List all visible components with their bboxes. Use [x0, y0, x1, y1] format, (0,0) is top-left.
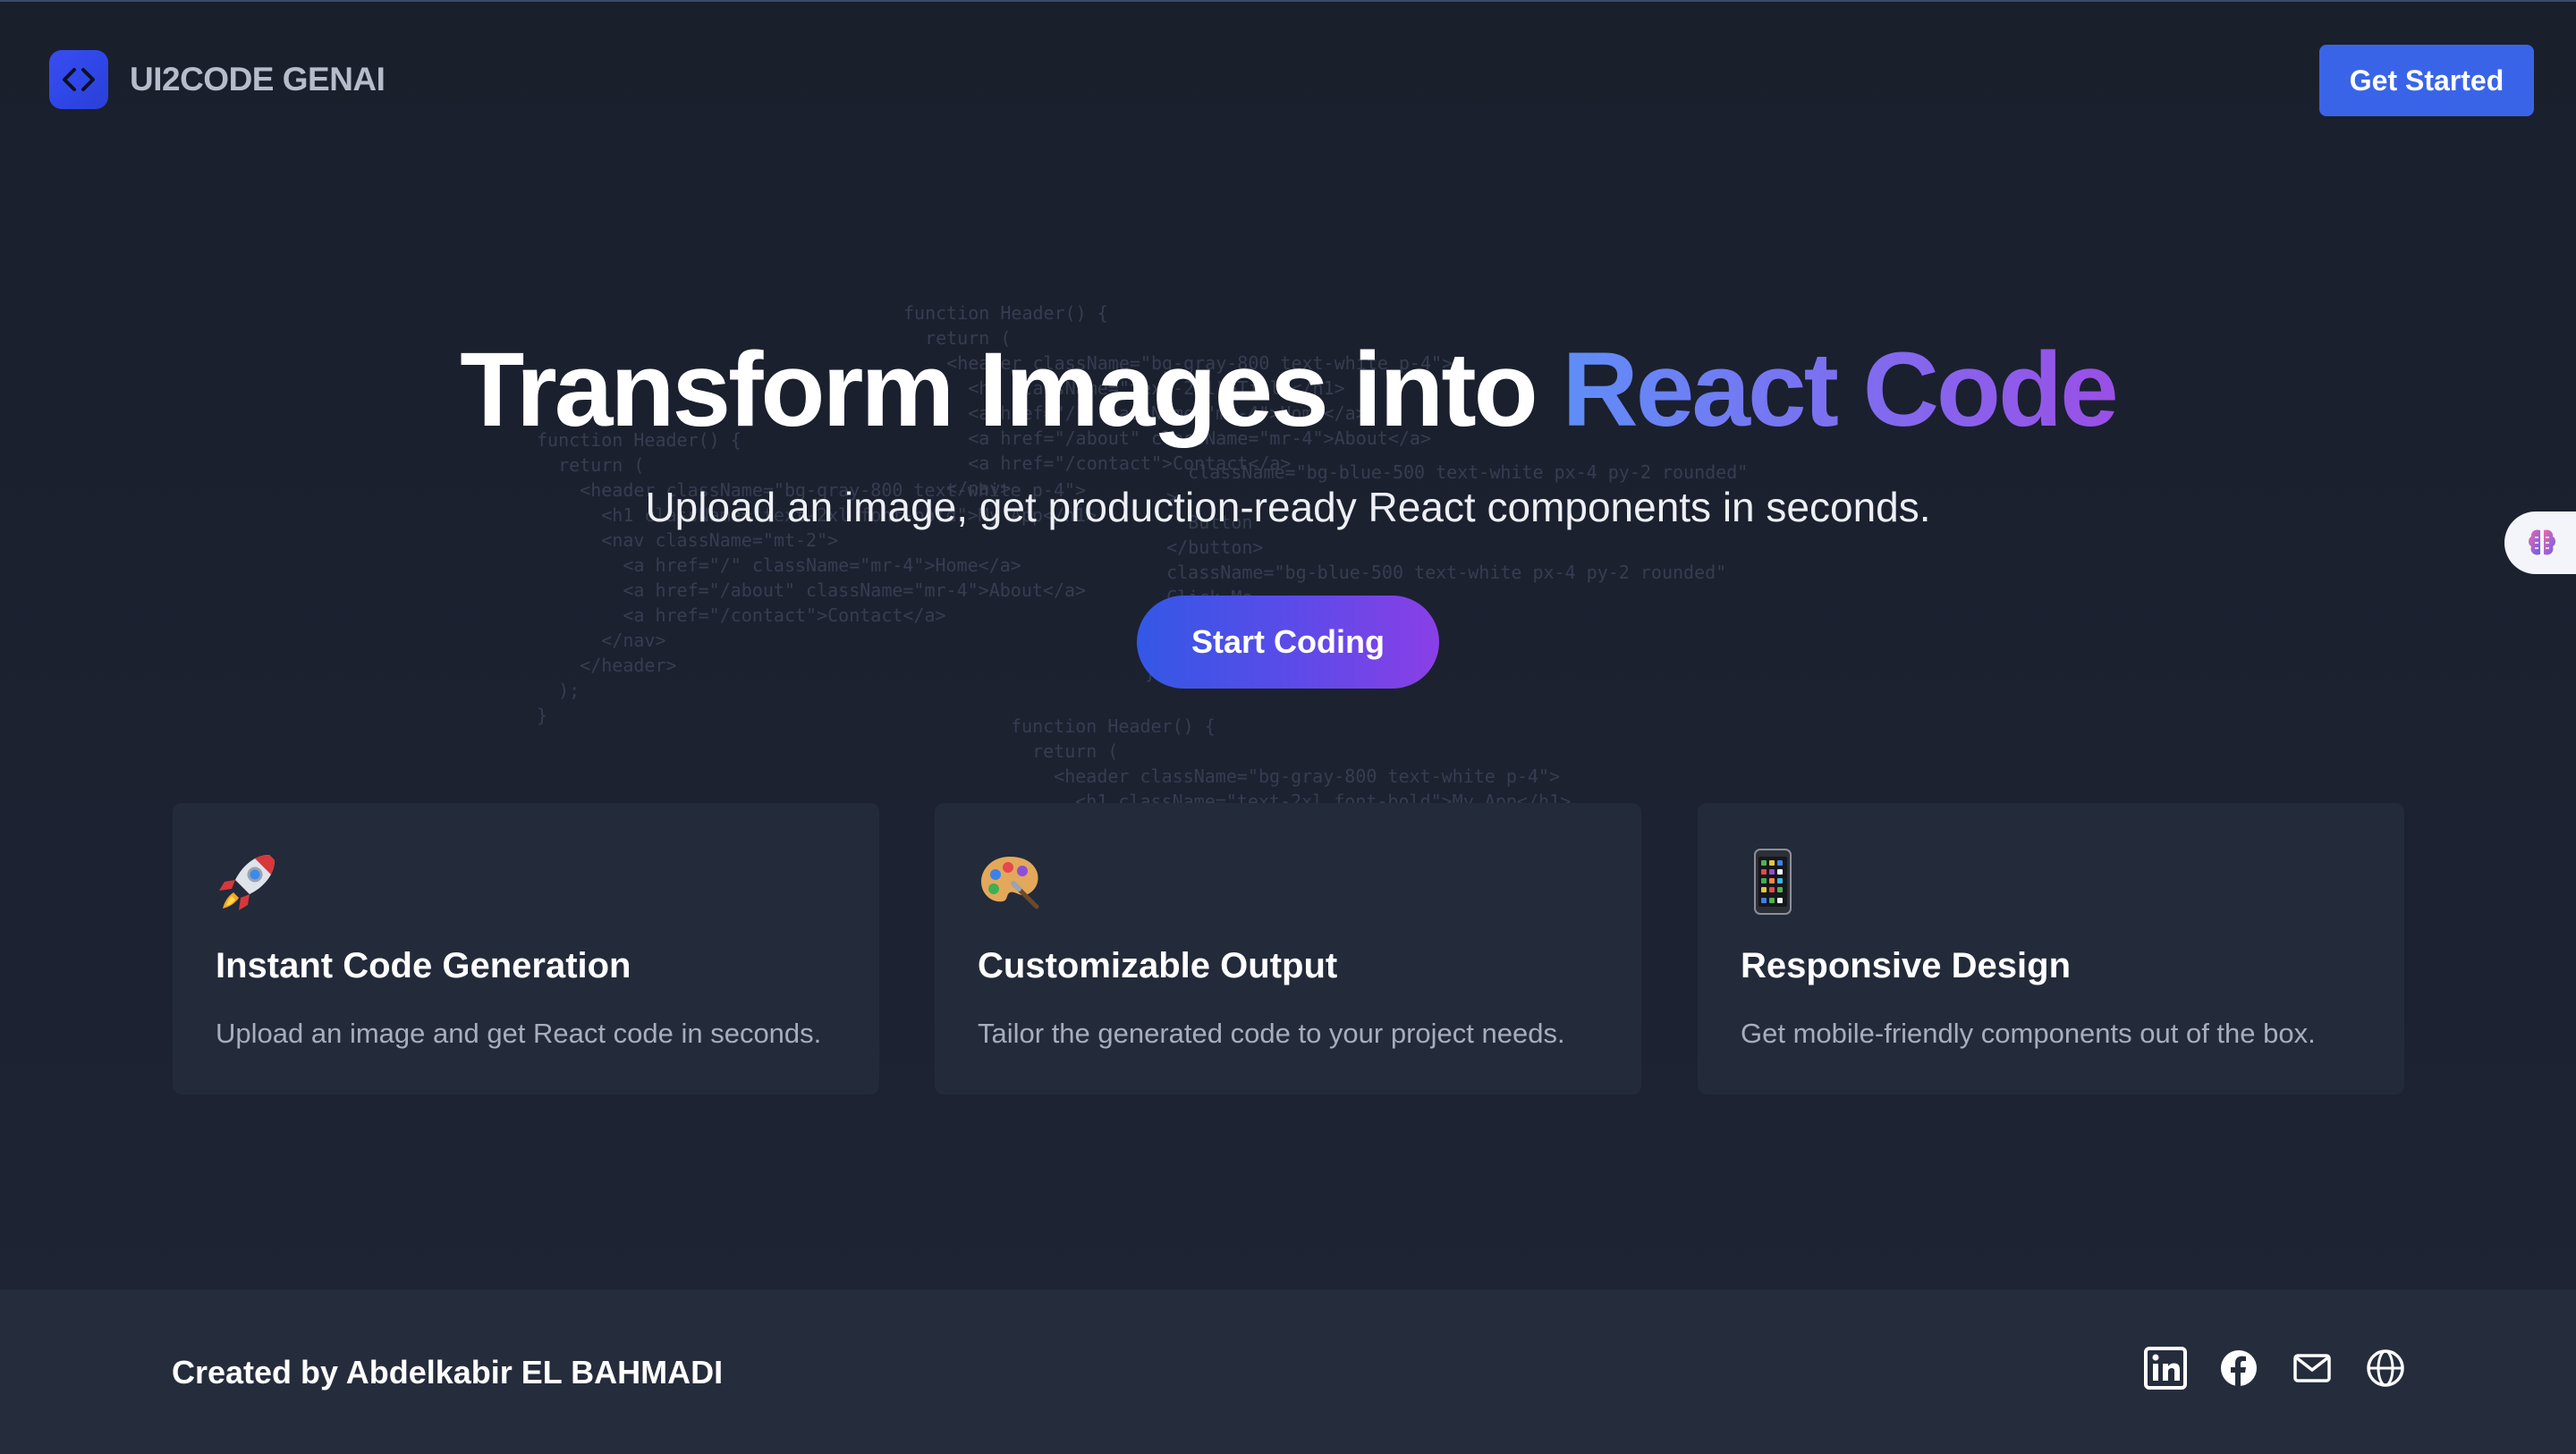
feature-card: Instant Code Generation Upload an image …: [173, 803, 879, 1095]
footer: Created by Abdelkabir EL BAHMADI: [0, 1289, 2576, 1454]
hero-title-highlight: React Code: [1562, 331, 2119, 449]
footer-credit: Created by Abdelkabir EL BAHMADI: [172, 1354, 724, 1391]
feature-description: Tailor the generated code to your projec…: [978, 1018, 1565, 1049]
code-background-block: function Header() { return ( <header cla…: [1011, 715, 1572, 803]
brain-icon: [2529, 529, 2555, 555]
hero-title-text: Transform Images into: [460, 331, 1563, 449]
feature-description: Get mobile-friendly components out of th…: [1741, 1018, 2316, 1049]
feature-card: Customizable Output Tailor the generated…: [935, 803, 1641, 1095]
mail-icon[interactable]: [2290, 1346, 2334, 1391]
brand-logo[interactable]: UI2CODE GENAI: [49, 50, 386, 109]
facebook-icon[interactable]: [2216, 1346, 2261, 1391]
hero-subtitle: Upload an image, get production-ready Re…: [645, 484, 1931, 530]
feature-description: Upload an image and get React code in se…: [216, 1018, 822, 1049]
globe-icon[interactable]: [2363, 1346, 2408, 1391]
mobile-phone-icon: [1739, 848, 1807, 916]
rocket-icon: [214, 848, 282, 916]
feature-title: Customizable Output: [978, 946, 1338, 985]
code-brackets-icon: [49, 50, 108, 109]
palette-icon: [976, 848, 1044, 916]
feature-title: Instant Code Generation: [216, 946, 631, 985]
get-started-button[interactable]: Get Started: [2319, 45, 2534, 116]
top-divider: [0, 0, 2576, 2]
feature-card: Responsive Design Get mobile-friendly co…: [1698, 803, 2404, 1095]
hero-title: Transform Images into React Code: [0, 329, 2576, 451]
feature-title: Responsive Design: [1741, 946, 2072, 985]
landing-page: function Header() { return ( <header cla…: [0, 0, 2576, 1454]
start-coding-button[interactable]: Start Coding: [1137, 596, 1439, 689]
social-links: [2143, 1346, 2408, 1391]
ai-assistant-toggle[interactable]: [2504, 511, 2576, 574]
brand-name: UI2CODE GENAI: [130, 61, 386, 97]
linkedin-icon[interactable]: [2143, 1346, 2188, 1391]
